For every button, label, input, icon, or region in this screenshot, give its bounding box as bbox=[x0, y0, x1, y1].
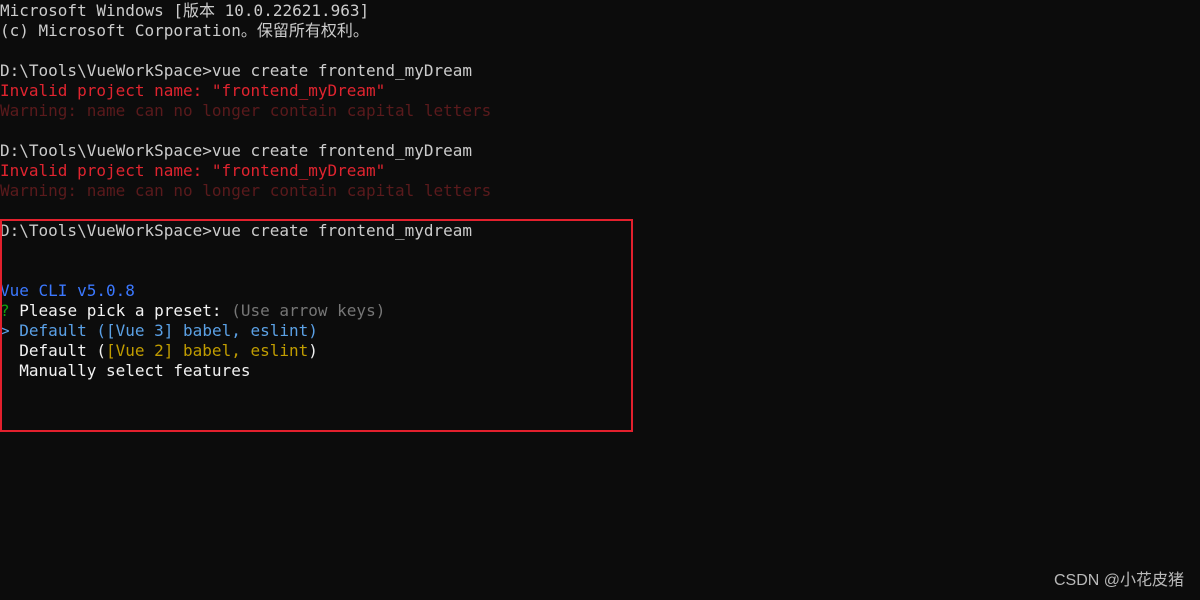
option-close-paren: ) bbox=[308, 321, 318, 340]
selection-pointer-icon: > bbox=[0, 321, 10, 340]
error-value: "frontend_myDream" bbox=[211, 161, 386, 180]
error-line-2: Invalid project name: "frontend_myDream" bbox=[0, 161, 385, 181]
preset-question-text: Please pick a preset: bbox=[9, 301, 232, 320]
option-open-paren: ( bbox=[86, 341, 106, 360]
preset-option-vue2[interactable]: Default ([Vue 2] babel, eslint) bbox=[0, 341, 318, 361]
prompt-path: D:\Tools\VueWorkSpace> bbox=[0, 61, 212, 80]
header-copyright-text: (c) Microsoft Corporation。保留所有权利。 bbox=[0, 21, 369, 40]
error-value: "frontend_myDream" bbox=[211, 81, 386, 100]
warning-text: Warning: name can no longer contain capi… bbox=[0, 101, 492, 120]
option-indent bbox=[0, 341, 19, 360]
option-details: [Vue 2] babel, eslint bbox=[105, 341, 309, 360]
terminal-window[interactable]: Microsoft Windows [版本 10.0.22621.963] (c… bbox=[0, 0, 1200, 600]
command-line-2: D:\Tools\VueWorkSpace>vue create fronten… bbox=[0, 141, 472, 161]
error-line-1: Invalid project name: "frontend_myDream" bbox=[0, 81, 385, 101]
warning-line-2: Warning: name can no longer contain capi… bbox=[0, 181, 491, 201]
prompt-path: D:\Tools\VueWorkSpace> bbox=[0, 221, 212, 240]
preset-hint-text: (Use arrow keys) bbox=[231, 301, 386, 320]
header-copyright-line: (c) Microsoft Corporation。保留所有权利。 bbox=[0, 21, 369, 41]
header-version-line: Microsoft Windows [版本 10.0.22621.963] bbox=[0, 1, 369, 21]
preset-option-manual[interactable]: Manually select features bbox=[0, 361, 250, 381]
question-mark-icon: ? bbox=[0, 301, 10, 320]
option-close-paren: ) bbox=[308, 341, 318, 360]
command-text: vue create frontend_mydream bbox=[211, 221, 473, 240]
warning-text: Warning: name can no longer contain capi… bbox=[0, 181, 492, 200]
preset-option-vue3[interactable]: > Default ([Vue 3] babel, eslint) bbox=[0, 321, 318, 341]
option-details: [Vue 3] babel, eslint bbox=[105, 321, 309, 340]
option-name: Default bbox=[19, 321, 87, 340]
command-text: vue create frontend_myDream bbox=[211, 141, 473, 160]
preset-question-line: ? Please pick a preset: (Use arrow keys) bbox=[0, 301, 385, 321]
cli-version-text: Vue CLI v5.0.8 bbox=[0, 281, 135, 300]
header-version-text: Microsoft Windows [版本 10.0.22621.963] bbox=[0, 1, 370, 20]
warning-line-1: Warning: name can no longer contain capi… bbox=[0, 101, 491, 121]
option-spacer bbox=[10, 321, 20, 340]
command-line-3: D:\Tools\VueWorkSpace>vue create fronten… bbox=[0, 221, 472, 241]
option-open-paren: ( bbox=[86, 321, 106, 340]
csdn-watermark: CSDN @小花皮猪 bbox=[1053, 572, 1184, 589]
error-label: Invalid project name: bbox=[0, 161, 212, 180]
option-name: Default bbox=[19, 341, 87, 360]
command-line-1: D:\Tools\VueWorkSpace>vue create fronten… bbox=[0, 61, 472, 81]
cli-version-line: Vue CLI v5.0.8 bbox=[0, 281, 135, 301]
option-indent bbox=[0, 361, 19, 380]
option-name: Manually select features bbox=[19, 361, 251, 380]
prompt-path: D:\Tools\VueWorkSpace> bbox=[0, 141, 212, 160]
command-text: vue create frontend_myDream bbox=[211, 61, 473, 80]
error-label: Invalid project name: bbox=[0, 81, 212, 100]
